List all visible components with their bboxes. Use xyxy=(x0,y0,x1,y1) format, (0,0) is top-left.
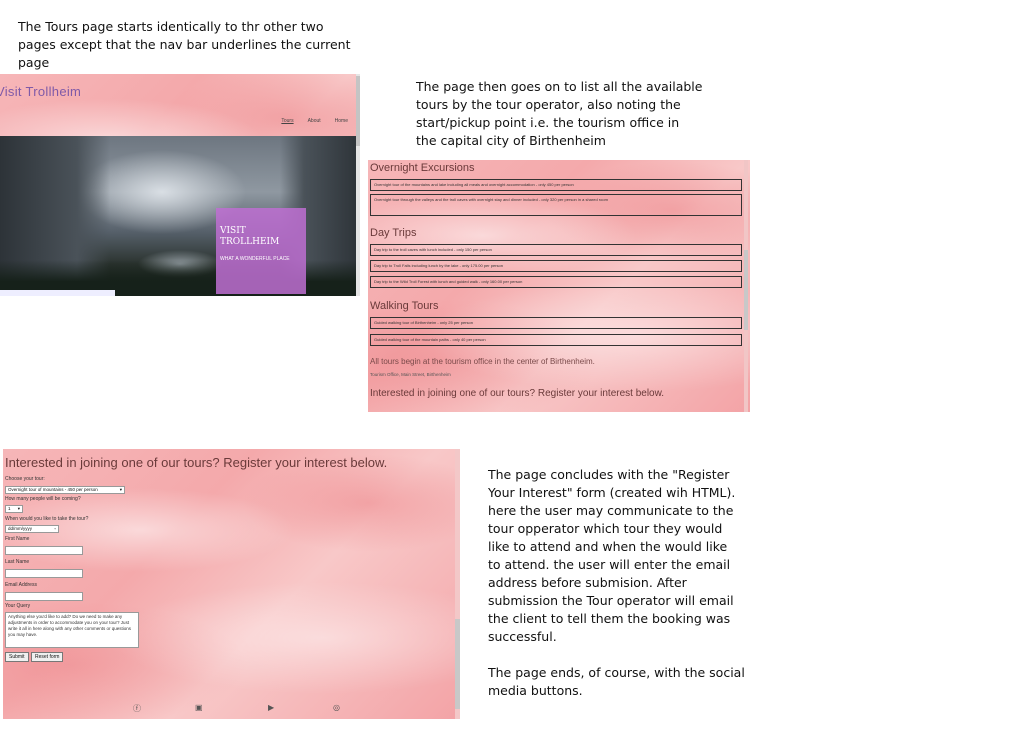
first-name-input[interactable] xyxy=(5,546,83,555)
screenshot-register-form: Interested in joining one of our tours? … xyxy=(3,449,460,719)
browser-status-bar xyxy=(0,290,115,296)
heading-walking-tours: Walking Tours xyxy=(370,300,439,312)
hero-title-line1: VISIT xyxy=(220,226,246,236)
scrollbar-thumb[interactable] xyxy=(356,76,360,146)
people-select-value: 1 xyxy=(8,506,11,511)
hero-title-box: VISIT TROLLHEIM WHAT A WONDERFUL PLACE xyxy=(216,208,306,294)
submit-button[interactable]: Submit xyxy=(5,652,29,662)
scrollbar[interactable] xyxy=(455,449,460,719)
nav-item-tours[interactable]: Tours xyxy=(281,118,293,124)
query-textarea[interactable]: Anything else you'd like to add? Do we n… xyxy=(5,612,139,648)
tour-item: Guided walking tour of Birthenheim - onl… xyxy=(370,317,742,329)
chevron-down-icon: ▾ xyxy=(119,487,122,492)
date-label: When would you like to take the tour? xyxy=(5,516,89,522)
nav-item-home[interactable]: Home xyxy=(335,118,348,124)
heading-day-trips: Day Trips xyxy=(370,227,417,239)
tour-select-value: Overnight tour of mountains - 450 per pe… xyxy=(8,487,98,492)
tour-item: Overnight tour through the valleys and t… xyxy=(370,194,742,216)
interest-prompt: Interested in joining one of our tours? … xyxy=(370,388,665,399)
hero-subtitle: WHAT A WONDERFUL PLACE xyxy=(220,256,290,262)
query-label: Your Query xyxy=(5,603,31,609)
hero-title: VISIT TROLLHEIM xyxy=(220,226,279,248)
nav-item-about[interactable]: About xyxy=(308,118,321,124)
first-name-label: First Name xyxy=(5,536,30,542)
last-name-input[interactable] xyxy=(5,569,83,578)
screenshot-tours-list: Overnight Excursions Overnight tour of t… xyxy=(368,160,750,412)
scrollbar-thumb[interactable] xyxy=(744,250,748,330)
tour-item: Guided walking tour of the mountain path… xyxy=(370,334,742,346)
hero-title-line2: TROLLHEIM xyxy=(220,237,280,247)
date-input-value: dd/mm/yyyy xyxy=(8,526,33,531)
form-heading: Interested in joining one of our tours? … xyxy=(5,455,388,470)
screenshot-header-hero: Visit Trollheim Tours About Home VISIT T… xyxy=(0,74,360,296)
email-label: Email Address xyxy=(5,582,37,588)
tour-item: Day trip to the Wild Troll Forest with l… xyxy=(370,276,742,288)
people-label: How many people will be coming? xyxy=(5,496,81,502)
start-point-text: All tours begin at the tourism office in… xyxy=(370,357,595,366)
heading-overnight: Overnight Excursions xyxy=(370,162,475,174)
email-field[interactable] xyxy=(5,592,83,601)
last-name-label: Last Name xyxy=(5,559,30,565)
reset-button[interactable]: Reset form xyxy=(31,652,64,662)
scrollbar[interactable] xyxy=(744,160,748,412)
note-tours-intro: The Tours page starts identically to thr… xyxy=(18,19,351,70)
hero-image xyxy=(0,136,360,296)
youtube-icon[interactable]: ▶ xyxy=(268,703,274,712)
site-brand-logo[interactable]: Visit Trollheim xyxy=(0,84,81,99)
office-address: Tourism Office, Main Street, Birthenheim xyxy=(370,372,451,377)
twitter-icon[interactable]: ▣ xyxy=(195,703,203,712)
instagram-icon[interactable]: ◎ xyxy=(333,703,340,712)
tour-select[interactable]: Overnight tour of mountains - 450 per pe… xyxy=(5,486,125,494)
tour-item: Overnight tour of the mountains and lake… xyxy=(370,179,742,191)
note-tours-list: The page then goes on to list all the av… xyxy=(416,79,703,148)
tour-item: Day trip to Troll Falls including lunch … xyxy=(370,260,742,272)
note-register-form: The page concludes with the "Register Yo… xyxy=(488,467,745,698)
date-input[interactable]: dd/mm/yyyy ▫ xyxy=(5,525,59,533)
calendar-icon: ▫ xyxy=(54,526,56,531)
people-select[interactable]: 1 ▾ xyxy=(5,505,23,513)
tour-item: Day trip to the troll caves with lunch i… xyxy=(370,244,742,256)
scrollbar[interactable] xyxy=(356,74,360,296)
scrollbar-thumb[interactable] xyxy=(455,619,460,709)
nav-bar: Tours About Home xyxy=(281,118,348,124)
choose-tour-label: Choose your tour: xyxy=(5,476,45,482)
chevron-down-icon: ▾ xyxy=(17,506,20,511)
facebook-icon[interactable]: ⓕ xyxy=(133,703,141,714)
